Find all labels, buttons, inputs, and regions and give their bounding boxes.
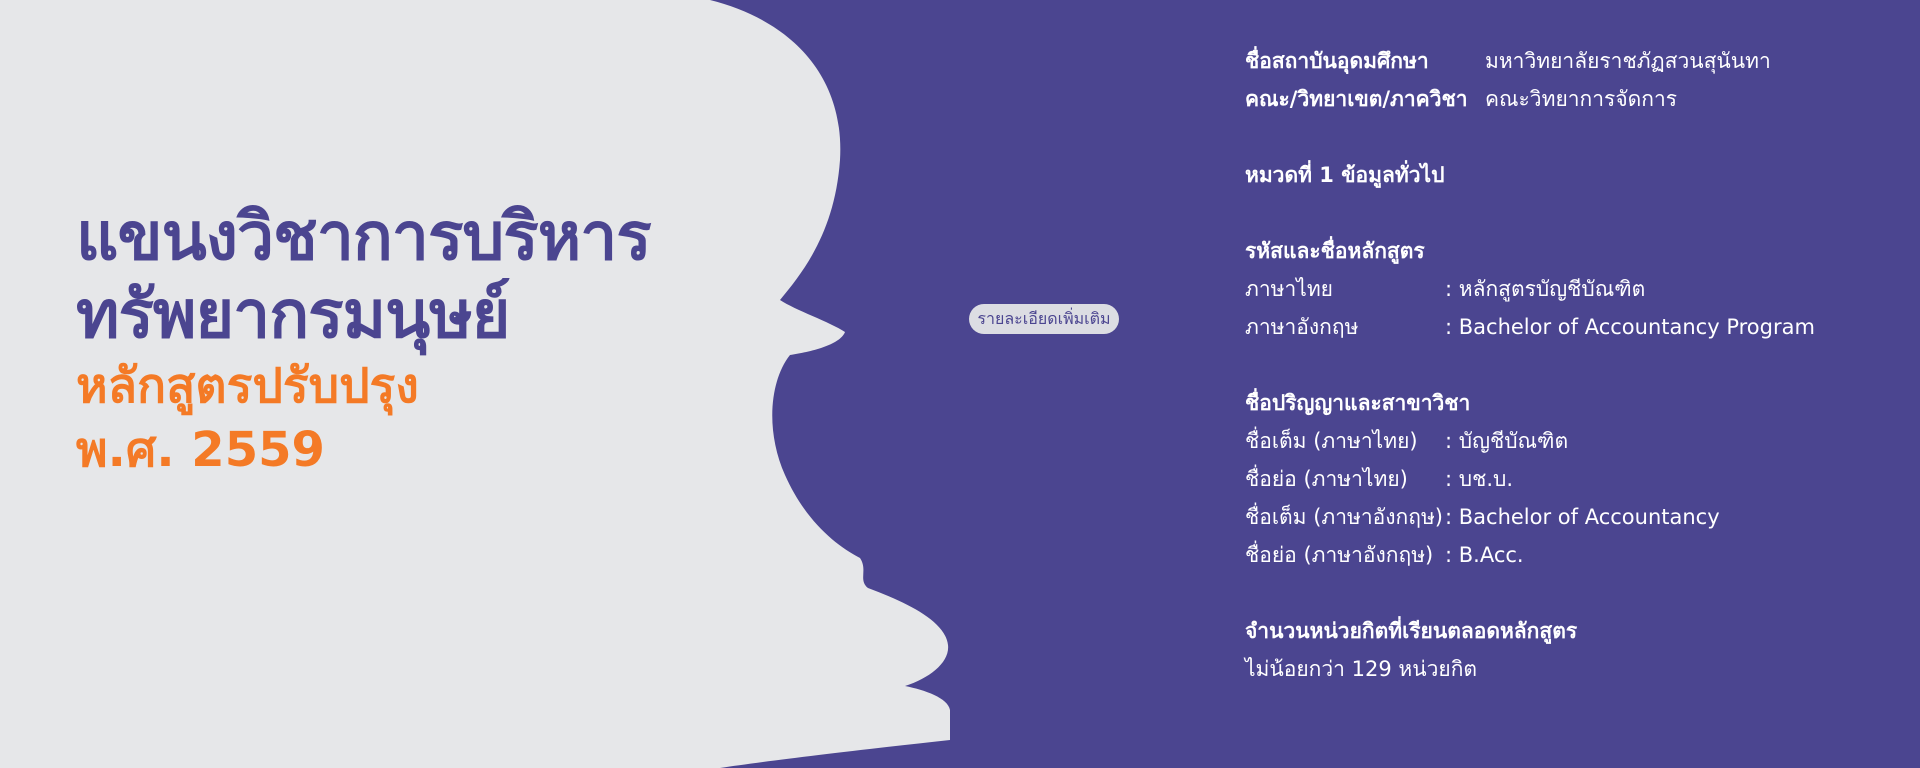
program-row-label: ภาษาไทย bbox=[1245, 277, 1333, 301]
institution-value: มหาวิทยาลัยราชภัฏสวนสุนันทา bbox=[1485, 49, 1771, 73]
degree-row: ชื่อย่อ (ภาษาอังกฤษ) : B.Acc. bbox=[1245, 536, 1905, 574]
faculty-value: คณะวิทยาการจัดการ bbox=[1485, 87, 1678, 111]
program-info-panel: ชื่อสถาบันอุดมศึกษา มหาวิทยาลัยราชภัฏสวนส… bbox=[1245, 42, 1905, 688]
credits-heading: จำนวนหน่วยกิตที่เรียนตลอดหลักสูตร bbox=[1245, 619, 1578, 643]
degree-row-value: : บช.บ. bbox=[1445, 467, 1514, 491]
degree-row-label: ชื่อย่อ (ภาษาอังกฤษ) bbox=[1245, 543, 1434, 567]
program-row-value: : Bachelor of Accountancy Program bbox=[1445, 315, 1815, 339]
hero-block: แขนงวิชาการบริหาร ทรัพยากรมนุษย์ หลักสูต… bbox=[76, 198, 652, 482]
degree-row-value: : B.Acc. bbox=[1445, 543, 1524, 567]
credits-value: ไม่น้อยกว่า 129 หน่วยกิต bbox=[1245, 657, 1478, 681]
degree-row: ชื่อเต็ม (ภาษาอังกฤษ): Bachelor of Accou… bbox=[1245, 498, 1905, 536]
hero-title-line-2: ทรัพยากรมนุษย์ bbox=[76, 276, 510, 353]
hero-subtitle-line-2: พ.ศ. 2559 bbox=[76, 422, 325, 478]
degree-heading: ชื่อปริญญาและสาขาวิชา bbox=[1245, 391, 1471, 415]
program-row: ภาษาไทย : หลักสูตรบัญชีบัณฑิต bbox=[1245, 270, 1905, 308]
degree-row-label: ชื่อเต็ม (ภาษาอังกฤษ) bbox=[1245, 505, 1443, 529]
program-row: ภาษาอังกฤษ : Bachelor of Accountancy Prog… bbox=[1245, 308, 1905, 346]
program-row-value: : หลักสูตรบัญชีบัณฑิต bbox=[1445, 277, 1646, 301]
degree-row: ชื่อเต็ม (ภาษาไทย) : บัญชีบัณฑิต bbox=[1245, 422, 1905, 460]
institution-row: ชื่อสถาบันอุดมศึกษา มหาวิทยาลัยราชภัฏสวนส… bbox=[1245, 42, 1905, 80]
program-heading: รหัสและชื่อหลักสูตร bbox=[1245, 239, 1425, 263]
program-row-label: ภาษาอังกฤษ bbox=[1245, 315, 1359, 339]
institution-label: ชื่อสถาบันอุดมศึกษา bbox=[1245, 49, 1429, 73]
hero-subtitle-line-1: หลักสูตรปรับปรุง bbox=[76, 358, 419, 414]
faculty-label: คณะ/วิทยาเขต/ภาควิชา bbox=[1245, 87, 1468, 111]
degree-row-label: ชื่อเต็ม (ภาษาไทย) bbox=[1245, 429, 1418, 453]
more-details-button[interactable]: รายละเอียดเพิ่มเติม bbox=[969, 304, 1119, 334]
degree-row-label: ชื่อย่อ (ภาษาไทย) bbox=[1245, 467, 1408, 491]
degree-row: ชื่อย่อ (ภาษาไทย) : บช.บ. bbox=[1245, 460, 1905, 498]
hero-title-line-1: แขนงวิชาการบริหาร bbox=[76, 198, 652, 275]
degree-row-value: : บัญชีบัณฑิต bbox=[1445, 429, 1569, 453]
faculty-row: คณะ/วิทยาเขต/ภาควิชา คณะวิทยาการจัดการ bbox=[1245, 80, 1905, 118]
section-heading: หมวดที่ 1 ข้อมูลทั่วไป bbox=[1245, 163, 1445, 187]
degree-row-value: : Bachelor of Accountancy bbox=[1445, 505, 1720, 529]
